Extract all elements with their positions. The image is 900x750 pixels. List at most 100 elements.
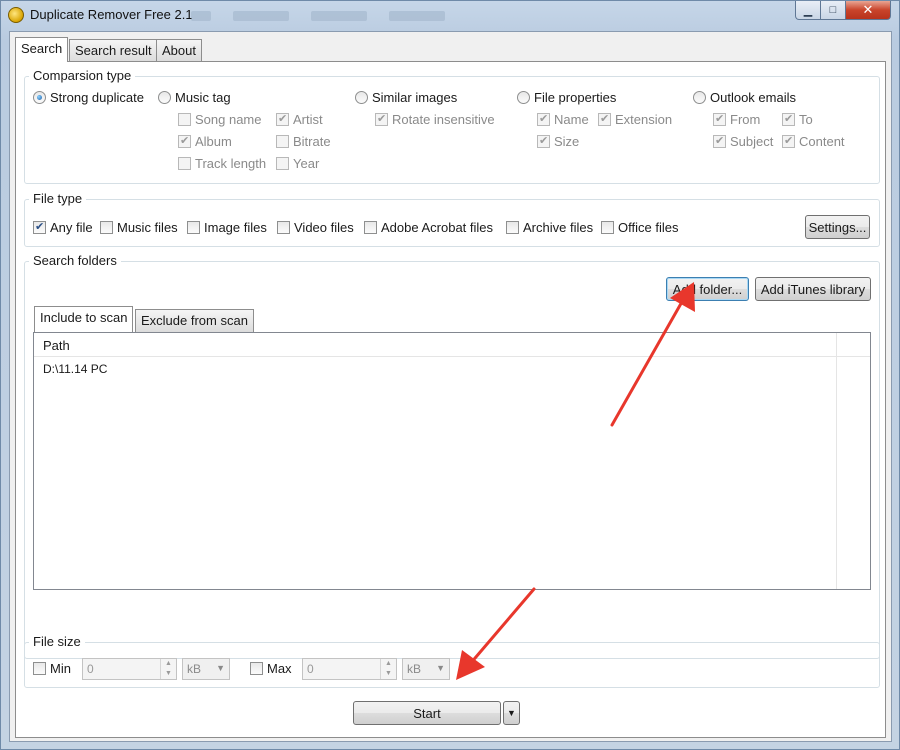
content-checkbox[interactable]: Content (782, 134, 845, 149)
add-folder-button[interactable]: Add folder... (666, 277, 749, 301)
min-unit-value: kB (187, 662, 202, 676)
title-bar[interactable]: Duplicate Remover Free 2.1 ▁ □ ✕ (1, 1, 899, 31)
extension-label: Extension (615, 112, 673, 127)
bitrate-label: Bitrate (293, 134, 331, 149)
checkbox-checked-icon (178, 135, 191, 148)
spin-arrows-icon[interactable]: ▲ ▼ (380, 659, 396, 679)
album-label: Album (195, 134, 232, 149)
checkbox-checked-icon (713, 113, 726, 126)
checkbox-checked-icon (782, 135, 795, 148)
checkbox-icon (250, 662, 263, 675)
client-area: Search Search result About Comparsion ty… (9, 31, 892, 742)
min-label: Min (50, 661, 71, 676)
video-files-label: Video files (294, 220, 354, 235)
app-logo-icon (8, 7, 24, 23)
tab-about[interactable]: About (156, 39, 202, 61)
any-file-label: Any file (50, 220, 93, 235)
song-name-label: Song name (195, 112, 262, 127)
file-type-group: File type Any file Music files Image fil… (24, 191, 880, 247)
chevron-down-icon: ▼ (216, 663, 225, 673)
chevron-down-icon: ▼ (507, 708, 516, 718)
from-label: From (730, 112, 761, 127)
size-checkbox[interactable]: Size (537, 134, 579, 149)
checkbox-icon (33, 662, 46, 675)
size-label: Size (554, 134, 580, 149)
to-checkbox[interactable]: To (782, 112, 813, 127)
max-unit-value: kB (407, 662, 422, 676)
add-itunes-library-button[interactable]: Add iTunes library (755, 277, 871, 301)
list-header: Path (34, 333, 870, 357)
song-name-checkbox[interactable]: Song name (178, 112, 262, 127)
extension-checkbox[interactable]: Extension (598, 112, 672, 127)
radio-icon (517, 91, 530, 104)
file-size-group: File size Min 0 ▲ ▼ kB ▼ Max 0 ▲ ▼ kB ▼ (24, 634, 880, 688)
min-size-stepper[interactable]: 0 ▲ ▼ (82, 658, 177, 680)
archive-files-checkbox[interactable]: Archive files (506, 220, 593, 235)
artist-checkbox[interactable]: Artist (276, 112, 323, 127)
tab-exclude-from-scan[interactable]: Exclude from scan (135, 309, 254, 332)
max-unit-select[interactable]: kB ▼ (402, 658, 450, 680)
start-dropdown-button[interactable]: ▼ (503, 701, 520, 725)
checkbox-icon (187, 221, 200, 234)
checkbox-icon (364, 221, 377, 234)
music-tag-radio[interactable]: Music tag (158, 90, 231, 105)
adobe-acrobat-files-label: Adobe Acrobat files (381, 220, 494, 235)
name-label: Name (554, 112, 589, 127)
tab-include-to-scan[interactable]: Include to scan (34, 306, 134, 332)
blurred-text (311, 11, 367, 21)
column-header-path[interactable]: Path (43, 338, 70, 353)
checkbox-checked-icon (276, 113, 289, 126)
album-checkbox[interactable]: Album (178, 134, 232, 149)
column-divider (836, 333, 837, 589)
close-button[interactable]: ✕ (846, 1, 891, 20)
office-files-checkbox[interactable]: Office files (601, 220, 678, 235)
spin-arrows-icon[interactable]: ▲ ▼ (160, 659, 176, 679)
max-size-checkbox[interactable]: Max (250, 661, 292, 676)
max-size-stepper[interactable]: 0 ▲ ▼ (302, 658, 397, 680)
image-files-label: Image files (204, 220, 267, 235)
checkbox-icon (506, 221, 519, 234)
search-folders-legend: Search folders (29, 253, 121, 268)
comparison-type-legend: Comparsion type (29, 68, 136, 83)
settings-button[interactable]: Settings... (805, 215, 870, 239)
track-length-checkbox[interactable]: Track length (178, 156, 266, 171)
strong-duplicate-label: Strong duplicate (50, 90, 144, 105)
bitrate-checkbox[interactable]: Bitrate (276, 134, 331, 149)
artist-label: Artist (293, 112, 323, 127)
tab-search-result[interactable]: Search result (69, 39, 158, 61)
outlook-emails-radio[interactable]: Outlook emails (693, 90, 796, 105)
file-properties-label: File properties (534, 90, 617, 105)
image-files-checkbox[interactable]: Image files (187, 220, 267, 235)
minimize-button[interactable]: ▁ (795, 1, 821, 20)
checkbox-checked-icon (375, 113, 388, 126)
min-unit-select[interactable]: kB ▼ (182, 658, 230, 680)
checkbox-checked-icon (598, 113, 611, 126)
maximize-button[interactable]: □ (821, 1, 846, 20)
list-item[interactable]: D:\11.14 PC (43, 362, 107, 376)
min-size-value: 0 (87, 662, 94, 676)
path-list[interactable]: Path D:\11.14 PC (33, 332, 871, 590)
similar-images-radio[interactable]: Similar images (355, 90, 457, 105)
start-button[interactable]: Start (353, 701, 501, 725)
music-files-checkbox[interactable]: Music files (100, 220, 178, 235)
window-title: Duplicate Remover Free 2.1 (30, 7, 193, 22)
rotate-insensitive-checkbox[interactable]: Rotate insensitive (375, 112, 495, 127)
outlook-emails-label: Outlook emails (710, 90, 796, 105)
name-checkbox[interactable]: Name (537, 112, 589, 127)
checkbox-checked-icon (537, 113, 550, 126)
music-files-label: Music files (117, 220, 178, 235)
tab-search[interactable]: Search (15, 37, 69, 62)
max-label: Max (267, 661, 292, 676)
video-files-checkbox[interactable]: Video files (277, 220, 354, 235)
min-size-checkbox[interactable]: Min (33, 661, 71, 676)
any-file-checkbox[interactable]: Any file (33, 220, 93, 235)
file-properties-radio[interactable]: File properties (517, 90, 616, 105)
year-checkbox[interactable]: Year (276, 156, 319, 171)
adobe-acrobat-files-checkbox[interactable]: Adobe Acrobat files (364, 220, 493, 235)
checkbox-checked-icon (33, 221, 46, 234)
subject-checkbox[interactable]: Subject (713, 134, 773, 149)
strong-duplicate-radio[interactable]: Strong duplicate (33, 90, 144, 105)
blurred-text (389, 11, 445, 21)
from-checkbox[interactable]: From (713, 112, 760, 127)
to-label: To (799, 112, 813, 127)
